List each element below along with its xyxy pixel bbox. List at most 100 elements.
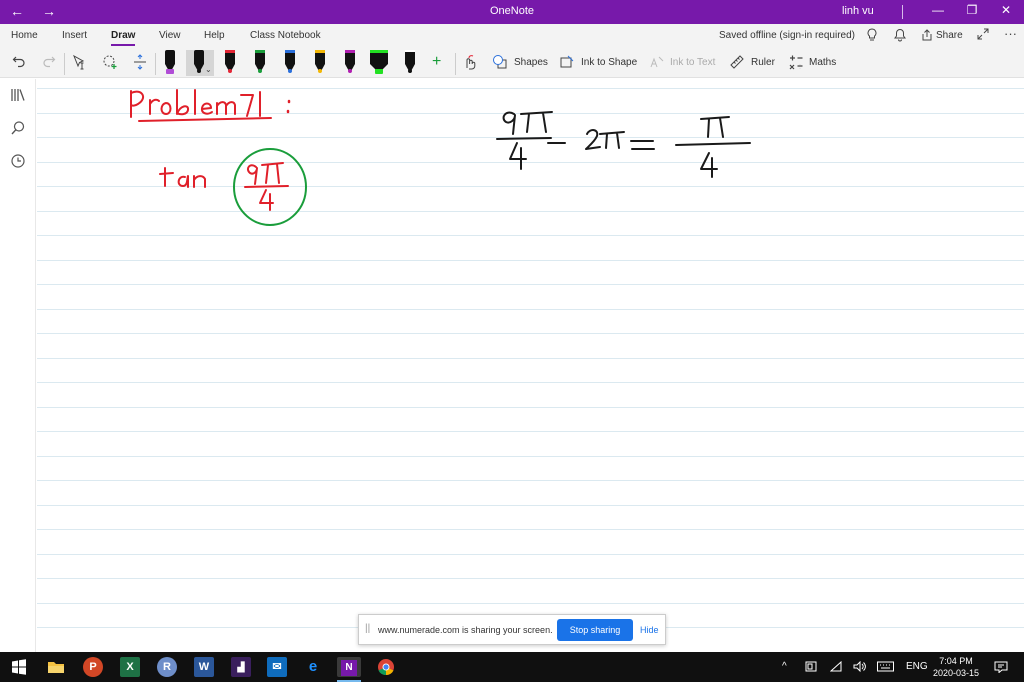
- pen-body: [165, 50, 175, 64]
- pen-body: [194, 50, 204, 64]
- ink-to-text-icon[interactable]: [649, 54, 665, 73]
- close-button[interactable]: ✕: [994, 3, 1018, 17]
- onenote-taskbar-icon[interactable]: N: [337, 657, 361, 682]
- shapes-icon[interactable]: [492, 54, 508, 73]
- tab-view[interactable]: View: [159, 30, 181, 41]
- redo-icon[interactable]: [42, 54, 56, 71]
- pen-cap: [315, 50, 325, 53]
- share-button[interactable]: Share: [936, 30, 963, 41]
- windows-taskbar: P X R W ▟ ✉ e N ^ ENG 7:04 PM 2020-03-15: [0, 652, 1024, 682]
- pen-color-swatch: [258, 69, 262, 73]
- toolbar-separator: [64, 53, 65, 75]
- ribbon-tabs: Home Insert Draw View Help Class Noteboo…: [0, 24, 1024, 48]
- excel-icon[interactable]: X: [120, 657, 140, 677]
- edge-browser-icon[interactable]: e: [303, 657, 323, 677]
- stop-sharing-button[interactable]: Stop sharing: [557, 619, 633, 641]
- system-clock[interactable]: 7:04 PM 2020-03-15: [930, 655, 982, 679]
- pen-color-swatch: [288, 69, 292, 73]
- ruler-button[interactable]: Ruler: [751, 57, 775, 68]
- pen-cap: [345, 50, 355, 53]
- ink-to-shape-icon[interactable]: [559, 54, 575, 73]
- pen-green-highlighter[interactable]: [370, 50, 390, 76]
- undo-icon[interactable]: [12, 54, 26, 71]
- pen-color-swatch: [375, 69, 383, 74]
- notebooks-icon[interactable]: [10, 87, 26, 106]
- tab-home[interactable]: Home: [11, 30, 38, 41]
- screen-share-banner: || www.numerade.com is sharing your scre…: [358, 614, 666, 645]
- maths-button[interactable]: Maths: [809, 57, 836, 68]
- onenote-window: ← → OneNote linh vu — ❐ ✕ Home Insert Dr…: [0, 0, 1024, 682]
- minimize-button[interactable]: —: [926, 3, 950, 17]
- toolbar-separator: [455, 53, 456, 75]
- lasso-select-icon[interactable]: [102, 54, 118, 73]
- ink-to-shape-button[interactable]: Ink to Shape: [581, 57, 637, 68]
- tab-help[interactable]: Help: [204, 30, 225, 41]
- pen-black-pencil[interactable]: [402, 50, 418, 76]
- shapes-button[interactable]: Shapes: [514, 57, 548, 68]
- recent-clock-icon[interactable]: [10, 153, 26, 172]
- hide-link[interactable]: Hide: [640, 625, 659, 635]
- toolbar-separator: [155, 53, 156, 75]
- pen-green[interactable]: [252, 50, 268, 76]
- sync-status[interactable]: Saved offline (sign-in required): [719, 30, 855, 41]
- mail-icon[interactable]: ✉: [267, 657, 287, 677]
- add-pen-icon[interactable]: +: [432, 53, 441, 71]
- pen-cap: [285, 50, 295, 53]
- analytics-app-icon[interactable]: ▟: [231, 657, 251, 677]
- tablet-icon[interactable]: [805, 661, 817, 675]
- ink-equation: [496, 111, 751, 178]
- ink-to-text-button[interactable]: Ink to Text: [670, 57, 715, 68]
- windows-start-icon[interactable]: [9, 657, 29, 677]
- pen-color-swatch: [197, 69, 201, 73]
- tab-class-notebook[interactable]: Class Notebook: [250, 30, 321, 41]
- page-canvas[interactable]: [37, 79, 1024, 652]
- more-options-icon[interactable]: ···: [1004, 26, 1017, 41]
- notification-center-icon[interactable]: [994, 661, 1008, 676]
- maths-icon[interactable]: [788, 54, 804, 73]
- pen-cap: [255, 50, 265, 53]
- pen-purple-highlighter[interactable]: [162, 50, 178, 76]
- chrome-icon[interactable]: [376, 657, 396, 677]
- pen-black-selected[interactable]: ⌄: [186, 50, 214, 76]
- restore-button[interactable]: ❐: [960, 3, 984, 17]
- handwritten-ink: [130, 89, 751, 226]
- add-space-icon[interactable]: [132, 54, 148, 73]
- tray-chevron-up-icon[interactable]: ^: [782, 661, 787, 672]
- expand-icon[interactable]: [977, 28, 989, 43]
- powerpoint-icon[interactable]: P: [83, 657, 103, 677]
- drag-handle-icon[interactable]: ||: [365, 623, 370, 634]
- search-icon[interactable]: [10, 120, 26, 139]
- title-bar: ← → OneNote linh vu — ❐ ✕: [0, 0, 1024, 24]
- user-name[interactable]: linh vu: [842, 5, 874, 17]
- ruler-icon[interactable]: [729, 54, 745, 73]
- title-separator: [902, 5, 903, 19]
- pen-color-swatch: [348, 69, 352, 73]
- pen-blue[interactable]: [282, 50, 298, 76]
- ink-problem-heading: [130, 89, 291, 122]
- left-rail: [0, 79, 36, 652]
- lightbulb-icon[interactable]: [866, 28, 878, 45]
- type-select-icon[interactable]: [72, 54, 88, 73]
- tab-insert[interactable]: Insert: [62, 30, 87, 41]
- pen-red[interactable]: [222, 50, 238, 76]
- input-language[interactable]: ENG: [906, 661, 928, 672]
- pen-color-swatch: [228, 69, 232, 73]
- touch-draw-icon[interactable]: [462, 54, 478, 73]
- pen-yellow[interactable]: [312, 50, 328, 76]
- pen-cap: [225, 50, 235, 53]
- volume-icon[interactable]: [853, 660, 866, 675]
- pen-cap: [370, 50, 388, 53]
- bell-icon[interactable]: [894, 28, 906, 45]
- draw-toolbar: ⌄ + Shapes Ink to Shape Ink to Text Rule…: [0, 48, 1024, 78]
- keyboard-icon[interactable]: [877, 661, 894, 675]
- share-icon[interactable]: [921, 29, 933, 44]
- file-explorer-icon[interactable]: [46, 657, 66, 677]
- pen-color-swatch: [318, 69, 322, 73]
- word-icon[interactable]: W: [194, 657, 214, 677]
- network-icon[interactable]: [829, 660, 842, 675]
- r-app-icon[interactable]: R: [157, 657, 177, 677]
- tab-draw[interactable]: Draw: [111, 30, 136, 46]
- chevron-down-icon[interactable]: ⌄: [205, 65, 212, 74]
- pen-magenta[interactable]: [342, 50, 358, 76]
- pen-color-swatch: [408, 69, 412, 73]
